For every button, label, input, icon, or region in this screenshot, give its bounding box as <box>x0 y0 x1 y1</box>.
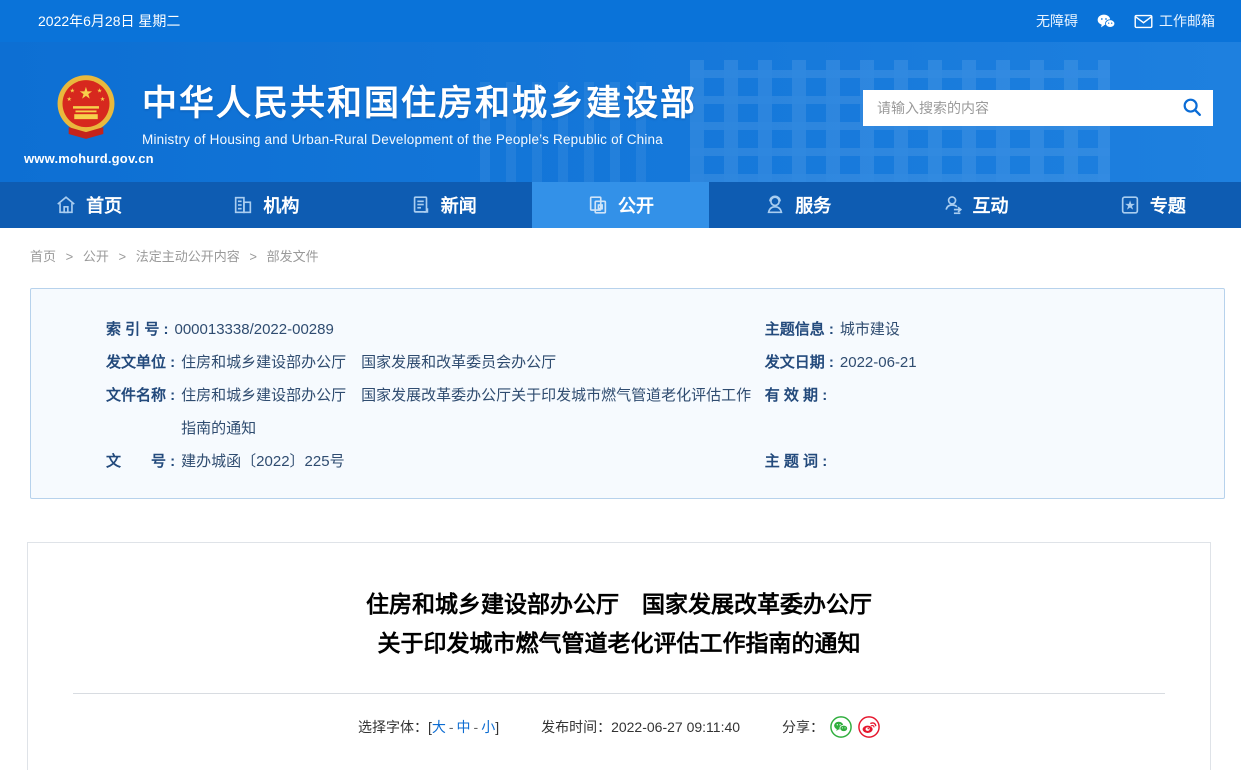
meta-value: 000013338/2022-00289 <box>175 313 334 346</box>
breadcrumb-home[interactable]: 首页 <box>30 249 56 264</box>
wechat-icon <box>1096 13 1116 30</box>
meta-label: 主 题 词 : <box>765 445 828 478</box>
meta-label: 文 号 : <box>106 445 175 478</box>
article-info-bar: 选择字体： [ 大 - 中 - 小 ] 发布时间： 2022-06-27 09:… <box>28 716 1210 738</box>
font-size-label: 选择字体： <box>358 717 428 737</box>
site-header: ★ ★ ★ ★ ★ www.mohurd.gov.cn 中华人民共和国住房和城乡… <box>0 42 1241 182</box>
share-label: 分享： <box>782 717 824 737</box>
top-strip-links: 无障碍 工作邮箱 <box>1036 11 1215 31</box>
site-url: www.mohurd.gov.cn <box>24 151 148 166</box>
site-logo-block: ★ ★ ★ ★ ★ www.mohurd.gov.cn <box>24 74 148 166</box>
breadcrumb-statutory-content[interactable]: 法定主动公开内容 <box>136 249 240 264</box>
search-box <box>863 90 1213 126</box>
news-icon <box>410 194 432 216</box>
breadcrumb-current: 部发文件 <box>267 249 319 264</box>
search-button[interactable] <box>1181 96 1203 121</box>
meta-row-issuing-unit: 发文单位 : 住房和城乡建设部办公厅 国家发展和改革委员会办公厅 <box>31 346 759 379</box>
nav-item-organization[interactable]: 机构 <box>177 182 354 228</box>
work-mailbox-label: 工作邮箱 <box>1159 11 1215 31</box>
search-icon <box>1181 96 1203 121</box>
work-mailbox-link[interactable]: 工作邮箱 <box>1134 11 1215 31</box>
meta-row-document-name: 文件名称 : 住房和城乡建设部办公厅 国家发展改革委办公厅关于印发城市燃气管道老… <box>31 379 759 445</box>
site-title: 中华人民共和国住房和城乡建设部 <box>142 82 697 126</box>
svg-text:★: ★ <box>70 88 76 95</box>
nav-label: 互动 <box>973 192 1009 218</box>
publish-time-value: 2022-06-27 09:11:40 <box>611 719 740 735</box>
svg-text:★: ★ <box>100 96 106 103</box>
nav-label: 机构 <box>263 192 299 218</box>
meta-label: 发文日期 : <box>765 346 834 379</box>
accessibility-link[interactable]: 无障碍 <box>1036 11 1078 31</box>
breadcrumb: 首页 > 公开 > 法定主动公开内容 > 部发文件 <box>0 228 1241 278</box>
breadcrumb-separator: > <box>66 249 74 264</box>
site-subtitle: Ministry of Housing and Urban-Rural Deve… <box>142 132 697 147</box>
document-meta-panel: 索 引 号 : 000013338/2022-00289 主题信息 : 城市建设… <box>30 288 1225 499</box>
nav-label: 新闻 <box>441 192 477 218</box>
meta-row-index-number: 索 引 号 : 000013338/2022-00289 <box>31 313 759 346</box>
current-date: 2022年6月28日 星期二 <box>38 11 180 31</box>
font-size-bracket-close: ] <box>495 719 499 735</box>
nav-label: 首页 <box>86 192 122 218</box>
svg-text:★: ★ <box>1125 200 1135 212</box>
interaction-icon <box>942 194 964 216</box>
font-size-separator: - <box>474 719 479 735</box>
meta-label: 文件名称 : <box>106 379 175 445</box>
article-panel: 住房和城乡建设部办公厅 国家发展改革委办公厅 关于印发城市燃气管道老化评估工作指… <box>27 542 1211 770</box>
font-size-large-button[interactable]: 大 <box>432 717 446 737</box>
meta-value: 住房和城乡建设部办公厅 国家发展改革委办公厅关于印发城市燃气管道老化评估工作指南… <box>181 379 759 445</box>
nav-label: 公开 <box>618 192 654 218</box>
meta-value: 住房和城乡建设部办公厅 国家发展和改革委员会办公厅 <box>181 346 556 379</box>
nav-label: 专题 <box>1150 192 1186 218</box>
breadcrumb-disclosure[interactable]: 公开 <box>83 249 109 264</box>
search-input[interactable] <box>877 100 1181 116</box>
meta-row-keywords: 主 题 词 : <box>759 445 1224 478</box>
accessibility-label: 无障碍 <box>1036 11 1078 31</box>
mail-icon <box>1134 14 1153 29</box>
publish-time-label: 发布时间： <box>541 717 611 737</box>
wechat-share-icon[interactable] <box>830 716 852 738</box>
meta-row-topic-info: 主题信息 : 城市建设 <box>759 313 1224 346</box>
meta-label: 发文单位 : <box>106 346 175 379</box>
nav-item-interaction[interactable]: 互动 <box>886 182 1063 228</box>
national-emblem-icon: ★ ★ ★ ★ ★ <box>55 129 117 146</box>
meta-row-issue-date: 发文日期 : 2022-06-21 <box>759 346 1224 379</box>
article-title-line1: 住房和城乡建设部办公厅 国家发展改革委办公厅 <box>28 585 1210 624</box>
nav-label: 服务 <box>795 192 831 218</box>
meta-label: 索 引 号 : <box>106 313 169 346</box>
top-strip: 2022年6月28日 星期二 无障碍 <box>0 0 1241 42</box>
meta-row-document-number: 文 号 : 建办城函〔2022〕225号 <box>31 445 759 478</box>
svg-text:★: ★ <box>67 96 73 103</box>
home-icon <box>55 194 77 216</box>
meta-value: 2022-06-21 <box>840 346 917 379</box>
font-size-separator: - <box>449 719 454 735</box>
svg-text:★: ★ <box>79 85 93 103</box>
nav-item-topics[interactable]: ★ 专题 <box>1064 182 1241 228</box>
nav-item-service[interactable]: 服务 <box>709 182 886 228</box>
organization-icon <box>232 194 254 216</box>
weibo-share-icon[interactable] <box>858 716 880 738</box>
nav-item-disclosure[interactable]: 公开 <box>532 182 709 228</box>
meta-label: 主题信息 : <box>765 313 834 346</box>
nav-item-news[interactable]: 新闻 <box>355 182 532 228</box>
nav-item-home[interactable]: 首页 <box>0 182 177 228</box>
disclosure-icon <box>587 194 609 216</box>
site-title-block: 中华人民共和国住房和城乡建设部 Ministry of Housing and … <box>142 82 697 147</box>
meta-value: 城市建设 <box>840 313 900 346</box>
article-title: 住房和城乡建设部办公厅 国家发展改革委办公厅 关于印发城市燃气管道老化评估工作指… <box>28 585 1210 663</box>
article-title-line2: 关于印发城市燃气管道老化评估工作指南的通知 <box>28 624 1210 663</box>
font-size-medium-button[interactable]: 中 <box>457 717 471 737</box>
meta-value: 建办城函〔2022〕225号 <box>181 445 344 478</box>
topics-icon: ★ <box>1119 194 1141 216</box>
wechat-link[interactable] <box>1096 13 1116 30</box>
font-size-small-button[interactable]: 小 <box>481 717 495 737</box>
svg-text:★: ★ <box>97 88 103 95</box>
meta-row-validity: 有 效 期 : <box>759 379 1224 445</box>
service-icon <box>764 194 786 216</box>
main-nav: 首页 机构 新闻 公开 <box>0 182 1241 228</box>
article-divider <box>73 693 1165 694</box>
breadcrumb-separator: > <box>119 249 127 264</box>
share-bar: 分享： <box>782 716 880 738</box>
meta-label: 有 效 期 : <box>765 379 828 445</box>
breadcrumb-separator: > <box>249 249 257 264</box>
